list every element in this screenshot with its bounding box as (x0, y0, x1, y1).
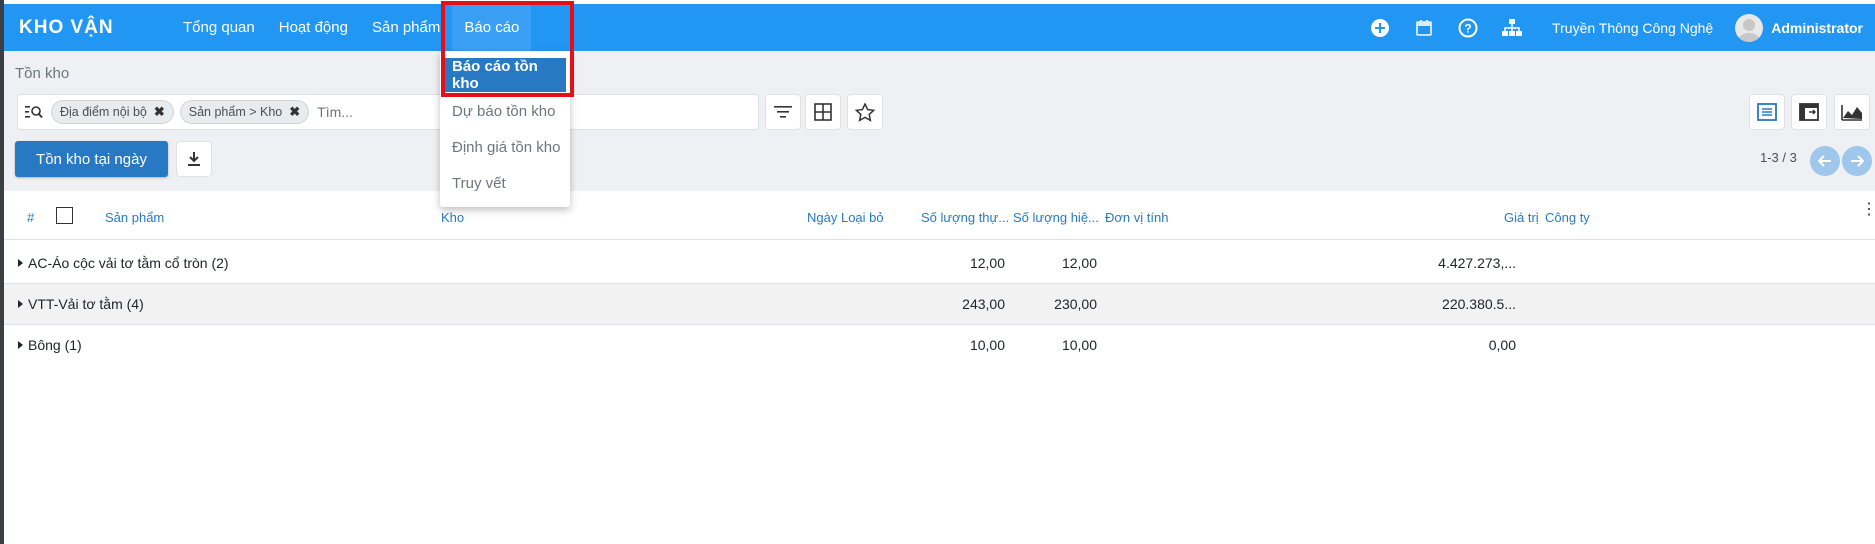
table-row[interactable]: Bông (1) 10,00 10,00 0,00 (4, 325, 1875, 365)
qty-actual: 12,00 (969, 255, 1005, 271)
download-button[interactable] (176, 141, 212, 177)
app-brand[interactable]: KHO VẬN (19, 17, 154, 39)
favorites-button[interactable] (847, 94, 883, 130)
column-uom[interactable]: Đơn vị tính (1105, 210, 1168, 225)
menu-tong-quan[interactable]: Tổng quan (171, 4, 267, 51)
caret-right-icon (18, 341, 23, 349)
menu-hoat-dong[interactable]: Hoạt động (267, 4, 360, 51)
facet-label: Địa điểm nội bộ (60, 105, 147, 119)
star-icon (855, 102, 875, 122)
stock-value: 4.427.273,... (1438, 255, 1516, 271)
remove-facet-icon[interactable]: ✖ (289, 104, 300, 120)
pivot-view-icon (1799, 103, 1819, 121)
svg-text:?: ? (1464, 21, 1471, 35)
column-removal-date[interactable]: Ngày Loại bỏ (807, 210, 884, 225)
caret-right-icon (18, 300, 23, 308)
select-all-checkbox[interactable] (56, 207, 73, 224)
menu-bao-cao[interactable]: Báo cáo (452, 4, 532, 51)
arrow-left-icon (1818, 155, 1831, 167)
control-panel: Tồn kho Địa điểm nội bộ ✖ Sản phẩm > Kho… (4, 51, 1875, 191)
pager-next[interactable] (1842, 146, 1872, 176)
column-qty-available[interactable]: Số lượng hiệ... (1013, 210, 1099, 225)
caret-right-icon (18, 259, 23, 267)
search-bar[interactable]: Địa điểm nội bộ ✖ Sản phẩm > Kho ✖ (17, 94, 759, 130)
menu-item-traceability[interactable]: Truy vết (440, 166, 570, 200)
user-avatar[interactable] (1735, 13, 1764, 42)
column-company[interactable]: Công ty (1545, 210, 1590, 225)
column-warehouse[interactable]: Kho (441, 210, 464, 225)
group-name: Bông (1) (28, 337, 82, 353)
facet-label: Sản phẩm > Kho (188, 105, 283, 119)
group-name: AC-Áo cộc vải tơ tằm cổ tròn (2) (28, 255, 229, 271)
inventory-at-date-button[interactable]: Tồn kho tại ngày (15, 141, 168, 177)
column-qty-actual[interactable]: Số lượng thự... (921, 210, 1009, 225)
arrow-right-icon (1851, 155, 1864, 167)
graph-view-button[interactable] (1834, 94, 1870, 130)
menu-item-stock-valuation[interactable]: Định giá tồn kho (440, 130, 570, 164)
main-menu: Tổng quan Hoạt động Sản phẩm Báo cáo (171, 4, 532, 51)
qty-available: 12,00 (1061, 255, 1097, 271)
reporting-dropdown: Báo cáo tồn kho Dự báo tồn kho Định giá … (440, 51, 570, 207)
menu-san-pham[interactable]: Sản phẩm (360, 4, 452, 51)
list-view-icon (1757, 103, 1777, 121)
quick-create-icon[interactable] (1367, 15, 1393, 41)
table-row[interactable]: AC-Áo cộc vải tơ tằm cổ tròn (2) 12,00 1… (4, 243, 1875, 284)
grid-icon (814, 103, 832, 121)
user-menu[interactable]: Administrator (1771, 20, 1863, 36)
facet-internal-location: Địa điểm nội bộ ✖ (51, 100, 174, 124)
optional-columns-icon[interactable]: ⋮ (1861, 202, 1875, 218)
filter-icon (774, 106, 792, 118)
window-left-edge (0, 0, 4, 544)
group-name: VTT-Vải tơ tằm (4) (28, 296, 144, 312)
table-row[interactable]: VTT-Vải tơ tằm (4) 243,00 230,00 220.380… (4, 284, 1875, 325)
filter-button[interactable] (765, 94, 801, 130)
stock-value: 0,00 (1488, 337, 1516, 353)
column-index: # (27, 210, 35, 225)
breadcrumb: Tồn kho (15, 65, 70, 82)
area-chart-icon (1841, 105, 1862, 121)
top-navbar: KHO VẬN Tổng quan Hoạt động Sản phẩm Báo… (4, 4, 1875, 51)
remove-facet-icon[interactable]: ✖ (154, 104, 165, 120)
column-product[interactable]: Sản phẩm (105, 210, 164, 225)
pager-previous[interactable] (1810, 146, 1840, 176)
facet-groupby-product-warehouse: Sản phẩm > Kho ✖ (179, 100, 310, 124)
org-chart-icon[interactable] (1499, 15, 1525, 41)
qty-available: 10,00 (1061, 337, 1097, 353)
qty-available: 230,00 (1054, 296, 1097, 312)
qty-actual: 243,00 (962, 296, 1005, 312)
search-options-icon[interactable] (25, 105, 43, 119)
menu-item-stock-report[interactable]: Báo cáo tồn kho (444, 58, 566, 92)
qty-actual: 10,00 (969, 337, 1005, 353)
menu-item-stock-forecast[interactable]: Dự báo tồn kho (440, 94, 570, 128)
stock-value: 220.380.5... (1442, 296, 1516, 312)
pivot-view-button[interactable] (1791, 94, 1827, 130)
pager-value[interactable]: 1-3 / 3 (1760, 150, 1797, 165)
calendar-icon[interactable] (1411, 15, 1437, 41)
download-icon (188, 152, 200, 166)
table-header: # Sản phẩm Kho Ngày Loại bỏ Số lượng thự… (4, 191, 1875, 240)
systray: ? Truyền Thông Công Nghệ Administrator (1358, 4, 1875, 51)
column-value[interactable]: Giá trị (1504, 210, 1539, 225)
groupby-button[interactable] (805, 94, 841, 130)
help-icon[interactable]: ? (1455, 15, 1481, 41)
company-switcher[interactable]: Truyền Thông Công Nghệ (1552, 20, 1713, 36)
list-view-button[interactable] (1749, 94, 1785, 130)
